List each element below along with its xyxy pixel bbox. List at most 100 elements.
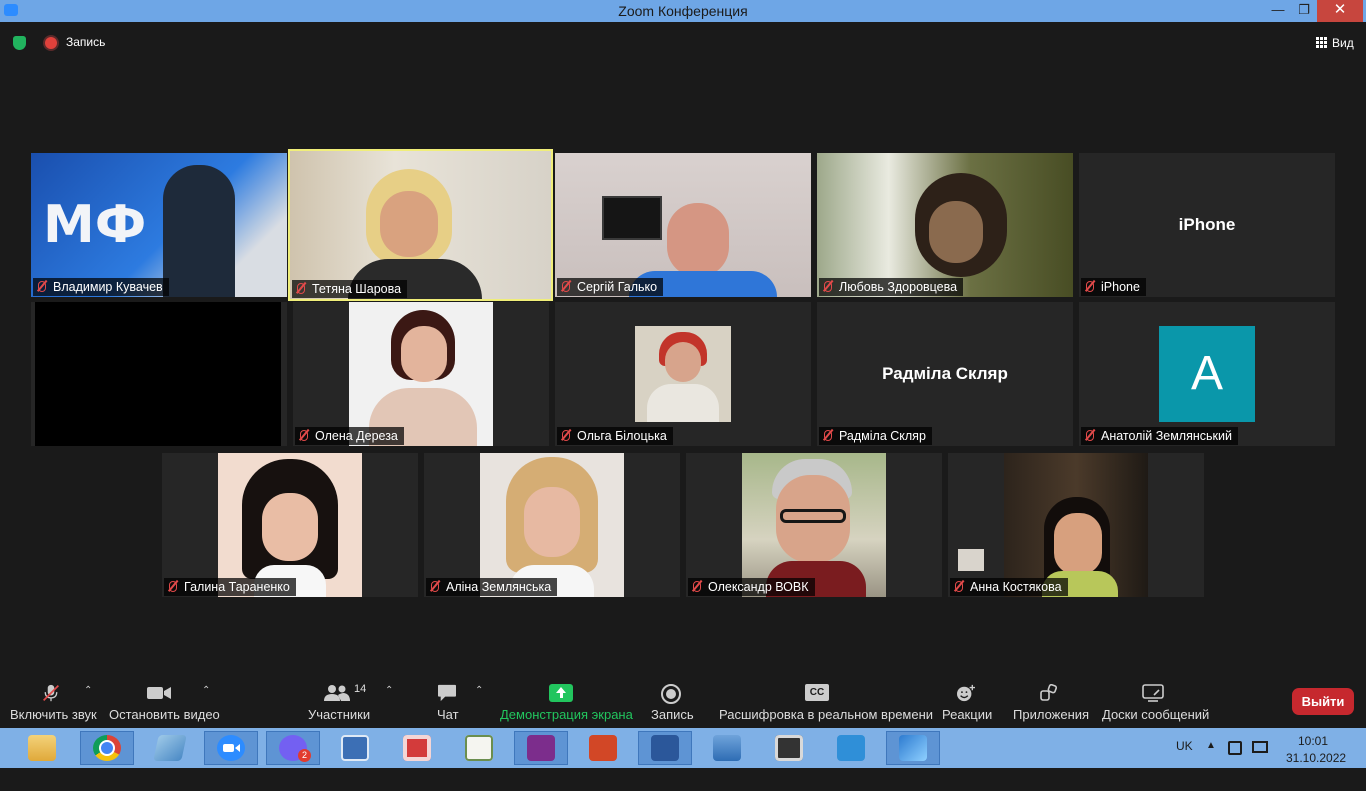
participant-tile[interactable] (31, 302, 287, 446)
taskbar-media-player[interactable] (762, 731, 816, 765)
stop-video-button[interactable]: Остановить видео (108, 675, 220, 728)
participant-tile[interactable]: Радміла Скляр Радміла Скляр (817, 302, 1073, 446)
leave-button[interactable]: Выйти (1292, 688, 1354, 715)
taskbar-feather-app[interactable] (886, 731, 940, 765)
participant-tile[interactable]: МФ Владимир Кувачев (31, 153, 287, 297)
taskbar-video-call[interactable] (824, 731, 878, 765)
apps-icon (1040, 684, 1058, 701)
participant-avatar: A (1159, 326, 1255, 422)
muted-mic-icon (562, 430, 570, 441)
person-clothing (647, 384, 719, 422)
network-status-icon[interactable] (1252, 741, 1268, 753)
clock-date[interactable]: 31.10.2022 (1286, 751, 1346, 791)
network-icon (713, 735, 741, 761)
muted-mic-icon (169, 581, 177, 592)
audio-options-chevron-icon[interactable]: ⌃ (84, 685, 92, 696)
muted-mic-icon (43, 684, 59, 702)
taskbar-lenovo[interactable] (328, 731, 382, 765)
whiteboard-icon (1142, 684, 1164, 702)
powerpoint-icon (589, 735, 617, 761)
person-face (1054, 513, 1102, 575)
video-camera-icon (147, 687, 171, 699)
battery-icon[interactable] (1228, 741, 1242, 755)
unmute-label: Включить звук (10, 707, 97, 722)
taskbar-zoom[interactable] (204, 731, 258, 765)
participant-name: Олександр ВОВК (688, 578, 815, 596)
participants-button[interactable]: 14 Участники (306, 675, 371, 728)
share-screen-button[interactable]: Демонстрация экрана (499, 675, 633, 728)
participant-display-name: Радміла Скляр (882, 364, 1008, 383)
participant-name: Галина Тараненко (164, 578, 296, 596)
taskbar-word[interactable] (638, 731, 692, 765)
muted-mic-icon (431, 581, 439, 592)
chat-button[interactable]: Чат (432, 675, 462, 728)
unmute-button[interactable]: Включить звук (8, 675, 97, 728)
shield-icon[interactable] (13, 36, 26, 50)
view-button[interactable]: Вид (1310, 33, 1356, 53)
participants-label: Участники (308, 707, 371, 722)
participant-tile[interactable]: Ольга Білоцька (555, 302, 811, 446)
chat-options-chevron-icon[interactable]: ⌃ (475, 685, 483, 696)
person-face (929, 201, 983, 263)
taskbar-document-viewer[interactable] (452, 731, 506, 765)
participant-name: Сергій Галько (557, 278, 664, 296)
video-options-chevron-icon[interactable]: ⌃ (202, 685, 210, 696)
language-indicator[interactable]: UK (1176, 739, 1193, 779)
participant-tile[interactable]: Олена Дереза (293, 302, 549, 446)
close-button[interactable]: ✕ (1317, 0, 1363, 22)
stop-video-label: Остановить видео (109, 707, 220, 722)
participant-tile[interactable]: Галина Тараненко (162, 453, 418, 597)
participant-tile[interactable]: Олександр ВОВК (686, 453, 942, 597)
windows-taskbar: 2 UK ▲ 10:01 31.10.2022 (0, 728, 1366, 768)
participant-name: Аліна Землянська (426, 578, 558, 596)
participant-video-off (35, 302, 281, 446)
foxit-pdf-icon (527, 735, 555, 761)
taskbar-pdf-editor[interactable] (390, 731, 444, 765)
participants-options-chevron-icon[interactable]: ⌃ (385, 685, 393, 696)
participant-name: Тетяна Шарова (292, 280, 408, 298)
taskbar-foxit-pdf[interactable] (514, 731, 568, 765)
chat-label: Чат (437, 707, 459, 722)
live-transcript-button[interactable]: CC Расшифровка в реальном времени (718, 675, 933, 728)
media-player-icon (775, 735, 803, 761)
participant-tile[interactable]: Любовь Здоровцева (817, 153, 1073, 297)
whiteboards-button[interactable]: Доски сообщений (1100, 675, 1210, 728)
taskbar-powerpoint[interactable] (576, 731, 630, 765)
whiteboards-label: Доски сообщений (1102, 707, 1210, 722)
participant-name: Анна Костякова (950, 578, 1068, 596)
taskbar-viber[interactable]: 2 (266, 731, 320, 765)
person-face (665, 342, 701, 382)
muted-mic-icon (297, 283, 305, 294)
participant-tile[interactable]: iPhone iPhone (1079, 153, 1335, 297)
record-button[interactable]: Запись (648, 675, 694, 728)
person-silhouette (163, 165, 235, 297)
live-transcript-label: Расшифровка в реальном времени (719, 707, 934, 722)
taskbar-file-explorer[interactable] (15, 731, 69, 765)
taskbar-notepad[interactable] (143, 731, 197, 765)
participant-display-name: iPhone (1178, 215, 1236, 234)
participant-tile[interactable]: Анна Костякова (948, 453, 1204, 597)
participant-tile[interactable]: Аліна Землянська (424, 453, 680, 597)
participant-tile-active-speaker[interactable]: Тетяна Шарова (288, 149, 553, 301)
tray-expand-icon[interactable]: ▲ (1206, 740, 1216, 780)
muted-mic-icon (824, 430, 832, 441)
participant-tile[interactable]: A Анатолій Землянський (1079, 302, 1335, 446)
reactions-button[interactable]: Реакции (940, 675, 992, 728)
apps-button[interactable]: Приложения (1012, 675, 1089, 728)
logo-image: МФ (43, 195, 146, 265)
maximize-button[interactable]: ❐ (1289, 0, 1319, 22)
word-icon (651, 735, 679, 761)
file-explorer-icon (28, 735, 56, 761)
participant-name: Ольга Білоцька (557, 427, 673, 445)
participant-name: Любовь Здоровцева (819, 278, 964, 296)
lenovo-icon (341, 735, 369, 761)
emoji-icon (957, 684, 975, 702)
taskbar-chrome[interactable] (80, 731, 134, 765)
taskbar-network[interactable] (700, 731, 754, 765)
participants-count: 14 (354, 683, 367, 695)
participant-tile[interactable]: Сергій Галько (555, 153, 811, 297)
meeting-toolbar: Включить звук ⌃ Остановить видео ⌃ 14 Уч… (0, 675, 1366, 728)
video-call-icon (837, 735, 865, 761)
person-face (667, 203, 729, 277)
muted-mic-icon (824, 281, 832, 292)
